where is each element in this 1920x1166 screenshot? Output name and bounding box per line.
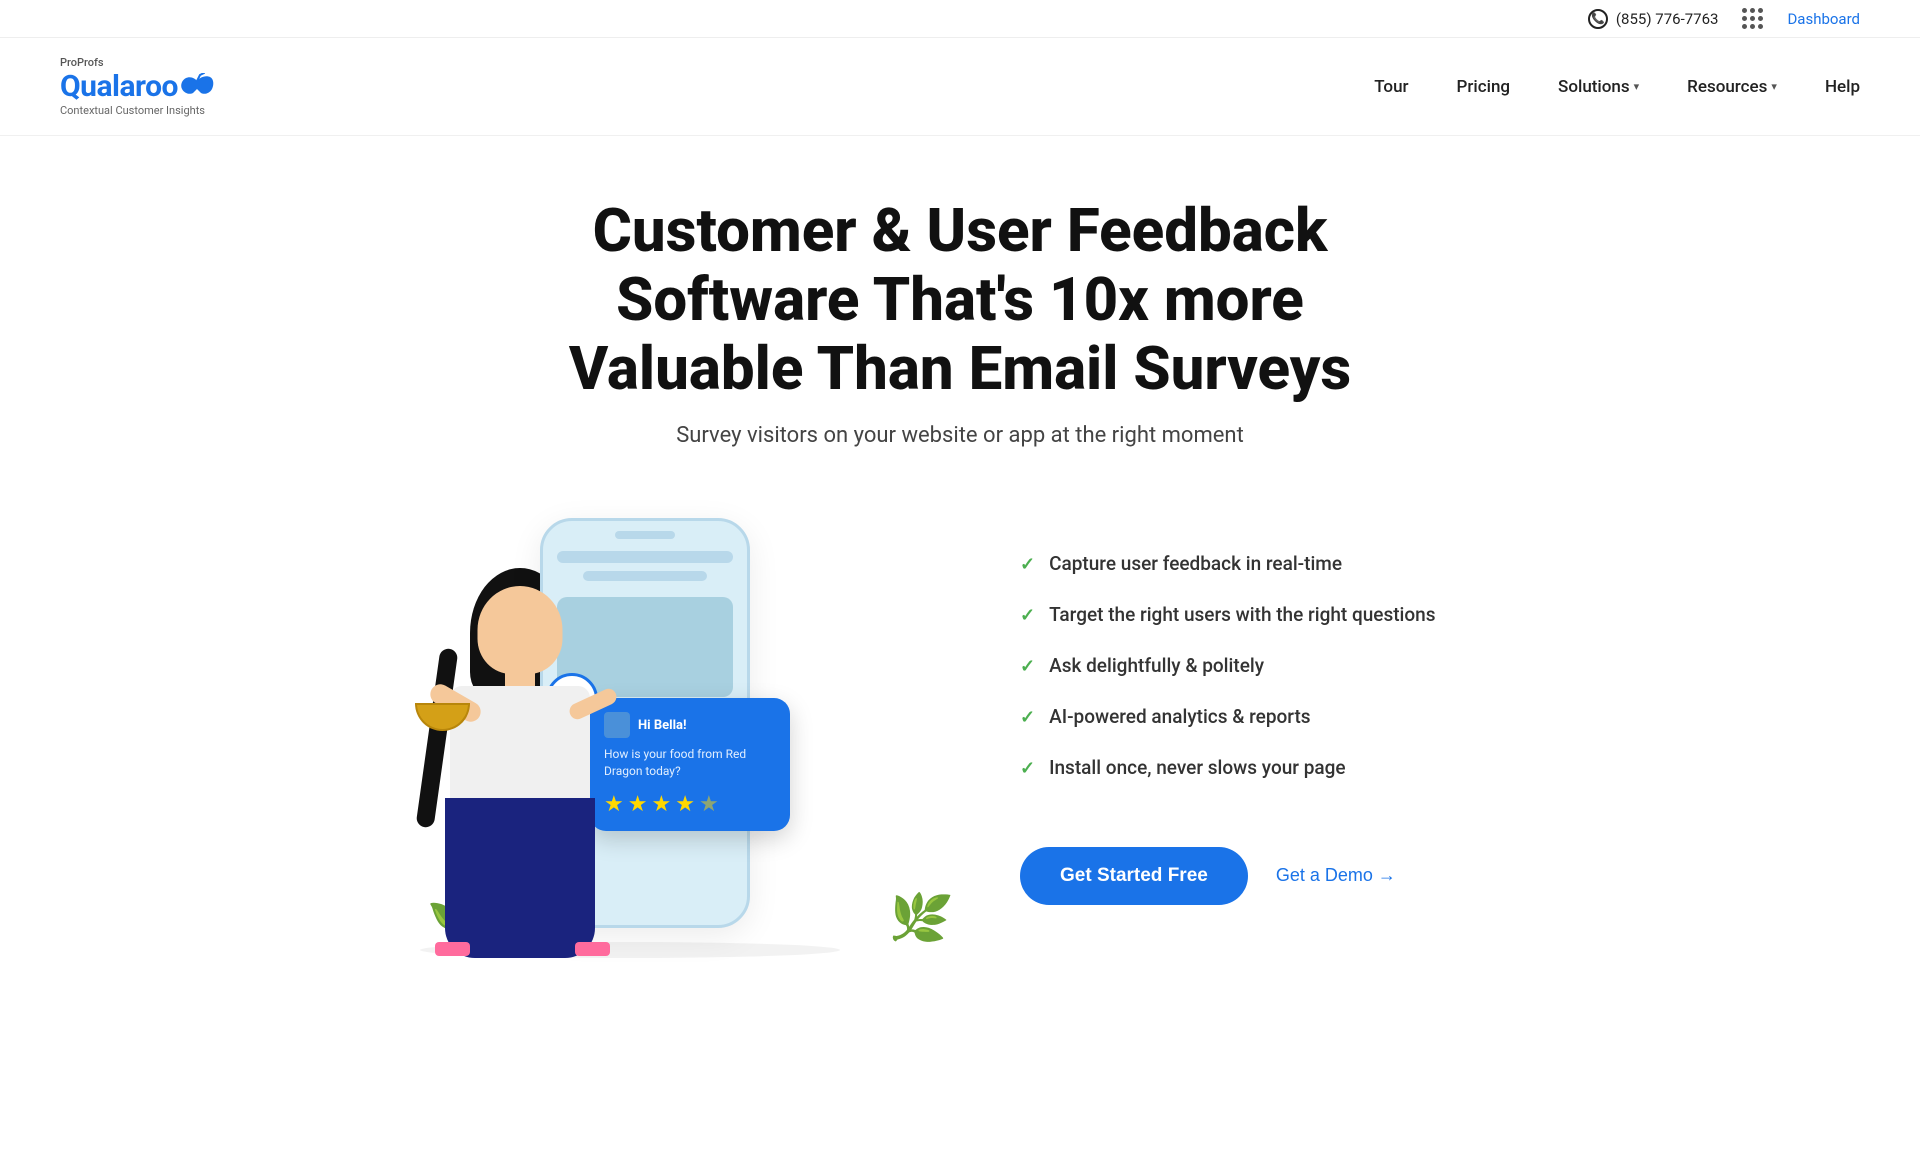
survey-greeting: Hi Bella! <box>638 718 687 733</box>
hero-content: Hi Bella! How is your food from Red Drag… <box>320 498 1600 958</box>
feature-text-1: Capture user feedback in real-time <box>1049 552 1342 575</box>
features-column: ✓ Capture user feedback in real-time ✓ T… <box>1000 552 1600 905</box>
star-2: ★ <box>628 792 648 817</box>
nav-resources[interactable]: Resources ▾ <box>1687 77 1777 97</box>
feature-4: ✓ AI-powered analytics & reports <box>1020 705 1600 728</box>
feature-3: ✓ Ask delightfully & politely <box>1020 654 1600 677</box>
feature-text-2: Target the right users with the right qu… <box>1049 603 1435 626</box>
survey-question: How is your food from Red Dragon today? <box>604 746 776 780</box>
top-bar: 📞 (855) 776-7763 Dashboard <box>0 0 1920 38</box>
get-demo-button[interactable]: Get a Demo → <box>1276 865 1396 886</box>
leaf-right-icon: 🌿 <box>883 885 954 953</box>
header: ProProfs Qualaroo Contextual Customer In… <box>0 38 1920 136</box>
star-1: ★ <box>604 792 624 817</box>
star-4: ★ <box>675 792 695 817</box>
survey-avatar <box>604 712 630 738</box>
check-icon-3: ✓ <box>1020 656 1035 677</box>
phone-number: (855) 776-7763 <box>1616 10 1719 28</box>
hero-subtitle: Survey visitors on your website or app a… <box>320 423 1600 448</box>
check-icon-2: ✓ <box>1020 605 1035 626</box>
cta-row: Get Started Free Get a Demo → <box>1020 847 1600 905</box>
feature-5: ✓ Install once, never slows your page <box>1020 756 1600 779</box>
feature-text-4: AI-powered analytics & reports <box>1049 705 1310 728</box>
feature-text-5: Install once, never slows your page <box>1049 756 1346 779</box>
survey-stars: ★ ★ ★ ★ ★ <box>604 792 776 817</box>
logo[interactable]: ProProfs Qualaroo Contextual Customer In… <box>60 56 214 117</box>
survey-popup-header: Hi Bella! <box>604 712 776 738</box>
star-3: ★ <box>651 792 671 817</box>
hero-title: Customer & User Feedback Software That's… <box>510 196 1410 403</box>
nav-solutions[interactable]: Solutions ▾ <box>1558 77 1639 97</box>
check-icon-4: ✓ <box>1020 707 1035 728</box>
mockup-area: Hi Bella! How is your food from Red Drag… <box>320 498 960 958</box>
phone-line-1 <box>557 551 733 563</box>
survey-popup: Hi Bella! How is your food from Red Drag… <box>590 698 790 831</box>
nav-help[interactable]: Help <box>1825 77 1860 97</box>
resources-chevron-icon: ▾ <box>1771 80 1777 93</box>
phone-notch <box>615 531 675 539</box>
star-5: ★ <box>699 792 719 817</box>
phone-icon: 📞 <box>1588 9 1608 29</box>
phone-info: 📞 (855) 776-7763 <box>1588 9 1719 29</box>
phone-line-2 <box>583 571 706 581</box>
nav-pricing[interactable]: Pricing <box>1457 77 1511 97</box>
check-icon-1: ✓ <box>1020 554 1035 575</box>
main-nav: Tour Pricing Solutions ▾ Resources ▾ Hel… <box>1374 77 1860 97</box>
hero-section: Customer & User Feedback Software That's… <box>260 136 1660 958</box>
solutions-chevron-icon: ▾ <box>1634 80 1640 93</box>
check-icon-5: ✓ <box>1020 758 1035 779</box>
dashboard-link[interactable]: Dashboard <box>1787 10 1860 28</box>
logo-proprofs: ProProfs <box>60 56 214 69</box>
feature-2: ✓ Target the right users with the right … <box>1020 603 1600 626</box>
apps-grid-icon[interactable] <box>1742 8 1763 29</box>
feature-text-3: Ask delightfully & politely <box>1049 654 1264 677</box>
get-started-button[interactable]: Get Started Free <box>1020 847 1248 905</box>
logo-qualaroo: Qualaroo <box>60 69 214 104</box>
feature-1: ✓ Capture user feedback in real-time <box>1020 552 1600 575</box>
nav-tour[interactable]: Tour <box>1374 77 1408 97</box>
logo-name: Qualaroo <box>60 69 178 104</box>
logo-tagline: Contextual Customer Insights <box>60 104 214 117</box>
qualaroo-bird-icon <box>180 73 214 101</box>
